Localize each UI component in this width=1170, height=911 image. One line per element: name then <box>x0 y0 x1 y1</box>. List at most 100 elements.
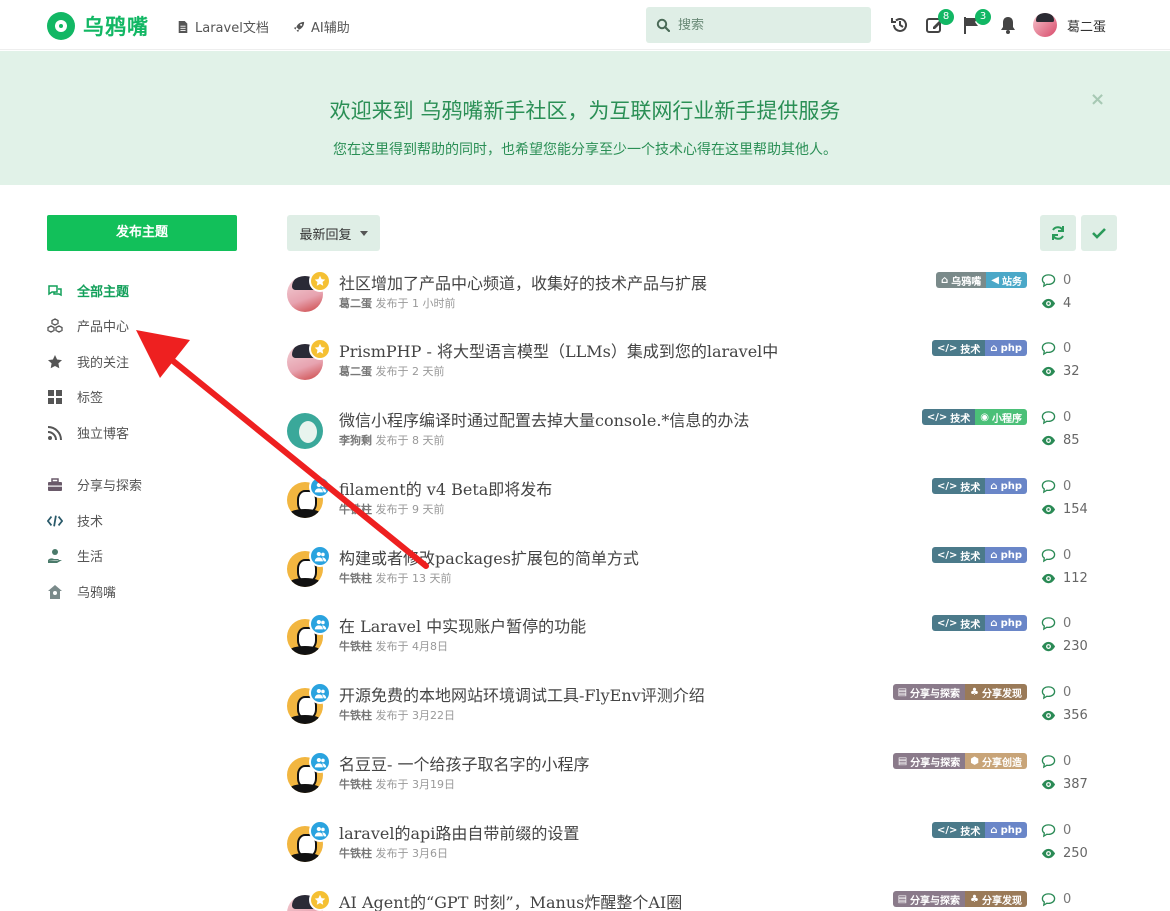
sidebar-item-tags[interactable]: 标签 <box>47 387 103 406</box>
topic-title[interactable]: 微信小程序编译时通过配置去掉大量console.*信息的办法 <box>339 407 749 431</box>
history-icon <box>891 17 907 32</box>
topic-row[interactable]: AI Agent的“GPT 时刻”，Manus炸醒整个AI圈 ▤ 分享与探索 ♣ 分享… <box>287 889 1117 911</box>
refresh-button[interactable] <box>1040 215 1076 251</box>
reply-count-value: 0 <box>1063 891 1072 907</box>
tag-icon: ⬢ <box>970 755 979 767</box>
tag-icon: ⌂ <box>990 480 998 492</box>
topic-tag[interactable]: ♣ 分享发现 <box>965 891 1027 907</box>
nav-laravel-docs-label: Laravel文档 <box>195 21 269 36</box>
cubes-icon <box>47 317 63 334</box>
topic-row[interactable]: laravel的api路由自带前缀的设置 牛铁柱 发布于 3月6日 </> 技术 ⌂… <box>287 820 1117 880</box>
topic-tag[interactable]: </> 技术 <box>931 822 986 838</box>
topic-title[interactable]: 社区增加了产品中心频道，收集好的技术产品与扩展 <box>339 270 707 294</box>
topic-title[interactable]: 在 Laravel 中实现账户暂停的功能 <box>339 613 586 637</box>
notifications-flag-button[interactable]: 3 <box>962 9 991 35</box>
topic-tag[interactable]: ⌂ php <box>985 822 1027 838</box>
sidebar-item-all-topics[interactable]: 全部主题 <box>47 281 129 300</box>
eye-icon <box>1041 435 1056 445</box>
topic-tag[interactable]: </> 技术 <box>931 340 986 356</box>
topic-author[interactable]: 葛二蛋 <box>339 297 372 310</box>
topic-tag[interactable]: ♣ 分享发现 <box>965 684 1027 700</box>
topic-author[interactable]: 牛铁柱 <box>339 572 372 585</box>
drafts-badge: 8 <box>938 9 954 25</box>
topic-row[interactable]: PrismPHP - 将大型语言模型（LLMs）集成到您的laravel中 葛二… <box>287 338 1117 398</box>
sidebar-item-share[interactable]: 分享与探索 <box>47 475 142 494</box>
topic-title[interactable]: PrismPHP - 将大型语言模型（LLMs）集成到您的laravel中 <box>339 338 778 362</box>
topic-tag[interactable]: ▤ 分享与探索 <box>892 684 966 700</box>
topic-tag[interactable]: </> 技术 <box>931 615 986 631</box>
grid-icon <box>47 389 63 405</box>
sidebar-item-life[interactable]: 生活 <box>47 546 103 565</box>
topic-tag[interactable]: </> 技术 <box>931 478 986 494</box>
sidebar-item-label: 分享与探索 <box>77 479 143 494</box>
reply-count-value: 0 <box>1063 272 1072 288</box>
topic-row[interactable]: 名豆豆- 一个给孩子取名字的小程序 牛铁柱 发布于 3月19日 ▤ 分享与探索 ⬢ 分… <box>287 751 1117 811</box>
toolbox-icon <box>47 477 63 493</box>
topic-author[interactable]: 牛铁柱 <box>339 778 372 791</box>
topic-tag[interactable]: </> 技术 <box>931 547 986 563</box>
logo-text: 乌鸦嘴 <box>83 15 149 39</box>
topic-time: 发布于 3月22日 <box>375 709 456 722</box>
topic-meta: 牛铁柱 发布于 13 天前 <box>339 570 452 586</box>
topic-stats: 0 230 <box>1041 613 1088 656</box>
tag-icon: ⌂ <box>990 342 998 354</box>
topic-author[interactable]: 牛铁柱 <box>339 847 372 860</box>
topic-row[interactable]: 微信小程序编译时通过配置去掉大量console.*信息的办法 李狗剩 发布于 8… <box>287 407 1117 467</box>
search-box[interactable] <box>646 7 871 43</box>
sidebar-item-tech[interactable]: 技术 <box>47 511 103 530</box>
topic-title[interactable]: 构建或者修改packages扩展包的简单方式 <box>339 545 639 569</box>
topic-title[interactable]: AI Agent的“GPT 时刻”，Manus炸醒整个AI圈 <box>339 889 682 911</box>
topic-tag[interactable]: </> 技术 <box>921 409 976 425</box>
topic-row[interactable]: 构建或者修改packages扩展包的简单方式 牛铁柱 发布于 13 天前 </>… <box>287 545 1117 605</box>
topic-title[interactable]: filament的 v4 Beta即将发布 <box>339 476 552 500</box>
tag-icon: </> <box>936 480 958 492</box>
sidebar-item-following[interactable]: 我的关注 <box>47 352 129 371</box>
comment-icon <box>1041 410 1056 424</box>
bell-button[interactable] <box>998 15 1018 35</box>
topic-tag[interactable]: ⌂ php <box>985 547 1027 563</box>
topic-tag[interactable]: ⌂ php <box>985 340 1027 356</box>
topic-title[interactable]: 名豆豆- 一个给孩子取名字的小程序 <box>339 751 590 775</box>
topic-author[interactable]: 葛二蛋 <box>339 365 372 378</box>
topic-author[interactable]: 牛铁柱 <box>339 640 372 653</box>
comment-icon <box>1041 479 1056 493</box>
topic-tag[interactable]: ▤ 分享与探索 <box>892 753 966 769</box>
close-icon[interactable]: × <box>1090 89 1105 110</box>
tag-icon: ♣ <box>970 686 979 698</box>
avatar[interactable] <box>287 413 323 449</box>
topic-tags: </> 技术 ⌂ php <box>931 478 1027 494</box>
topic-tag[interactable]: ⌂ php <box>985 615 1027 631</box>
site-logo[interactable]: 乌鸦嘴 <box>47 11 149 41</box>
tag-label: 分享与探索 <box>910 688 961 700</box>
topic-author[interactable]: 牛铁柱 <box>339 503 372 516</box>
sidebar-item-crow[interactable]: 乌鸦嘴 <box>47 582 116 601</box>
user-menu[interactable]: 葛二蛋 <box>1033 13 1106 37</box>
sort-dropdown[interactable]: 最新回复 <box>287 215 380 251</box>
drafts-button[interactable]: 8 <box>925 9 954 35</box>
topic-author[interactable]: 李狗剩 <box>339 434 372 447</box>
topic-row[interactable]: 开源免费的本地网站环境调试工具-FlyEnv评测介绍 牛铁柱 发布于 3月22日… <box>287 682 1117 742</box>
topic-tag[interactable]: ◉ 小程序 <box>975 409 1027 425</box>
sidebar-item-blogs[interactable]: 独立博客 <box>47 423 129 442</box>
topic-meta: 李狗剩 发布于 8 天前 <box>339 432 445 448</box>
topic-tag[interactable]: ⌂ php <box>985 478 1027 494</box>
nav-ai-assist[interactable]: AI辅助 <box>293 17 350 36</box>
topic-title[interactable]: 开源免费的本地网站环境调试工具-FlyEnv评测介绍 <box>339 682 705 706</box>
topic-title[interactable]: laravel的api路由自带前缀的设置 <box>339 820 579 844</box>
topic-tag[interactable]: ⌂ 乌鸦嘴 <box>936 272 987 288</box>
eye-icon <box>1041 779 1056 789</box>
topic-author[interactable]: 牛铁柱 <box>339 709 372 722</box>
topic-tag[interactable]: ⬢ 分享创造 <box>965 753 1027 769</box>
sidebar-item-products[interactable]: 产品中心 <box>47 316 129 335</box>
mark-read-button[interactable] <box>1081 215 1117 251</box>
history-button[interactable] <box>890 15 910 35</box>
publish-topic-button[interactable]: 发布主题 <box>47 215 237 251</box>
topic-row[interactable]: filament的 v4 Beta即将发布 牛铁柱 发布于 9 天前 </> 技术… <box>287 476 1117 536</box>
topic-stats: 0 387 <box>1041 751 1088 794</box>
search-input[interactable] <box>678 17 858 33</box>
topic-row[interactable]: 社区增加了产品中心频道，收集好的技术产品与扩展 葛二蛋 发布于 1 小时前 ⌂ 乌… <box>287 270 1117 330</box>
topic-tag[interactable]: ▤ 分享与探索 <box>892 891 966 907</box>
nav-laravel-docs[interactable]: Laravel文档 <box>177 17 269 36</box>
topic-tag[interactable]: ◀ 站务 <box>986 272 1027 288</box>
topic-row[interactable]: 在 Laravel 中实现账户暂停的功能 牛铁柱 发布于 4月8日 </> 技术 ⌂… <box>287 613 1117 673</box>
